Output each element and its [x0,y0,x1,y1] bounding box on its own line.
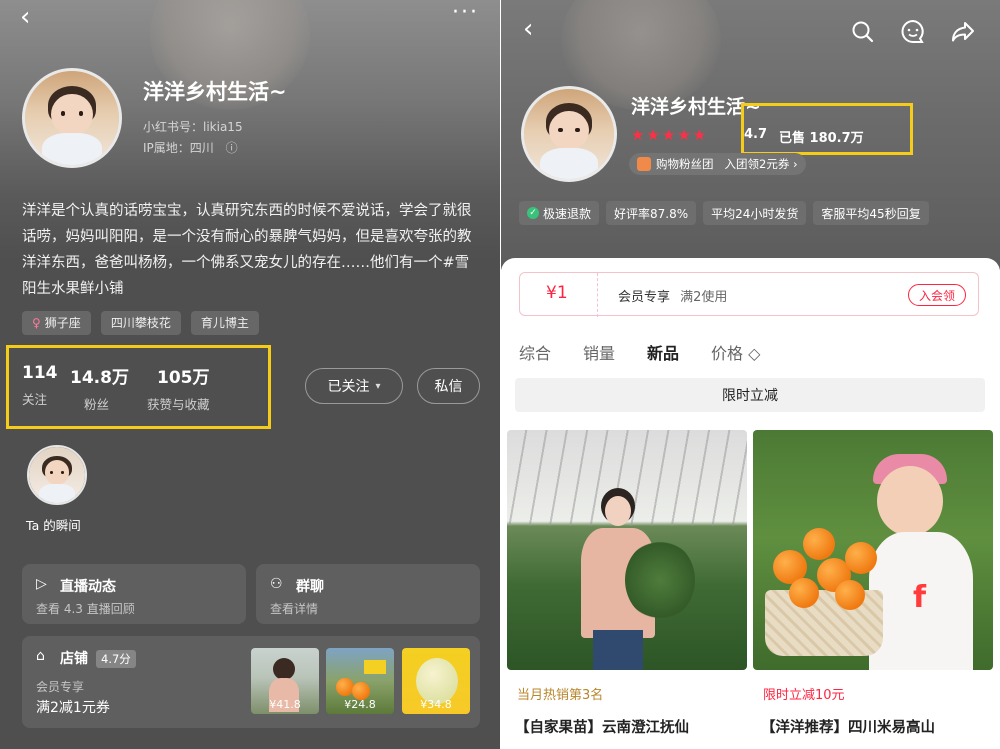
profile-tags: ♀ 狮子座 四川攀枝花 育儿博主 [22,311,259,335]
fan-group-pill[interactable]: 购物粉丝团 入团领2元券 › [629,153,806,175]
ip-location-text: IP属地：四川 [143,141,214,155]
service-label: 客服平均45秒回复 [821,206,921,221]
shop-rating-badge: 4.7分 [96,650,136,668]
product-image[interactable]: f [753,430,993,670]
join-member-button[interactable]: 入会领 [908,284,966,306]
tab-price[interactable]: 价格 ◇ [711,340,760,364]
limited-discount-label: 限时立减 [722,388,778,404]
back-icon[interactable]: ‹ [523,14,533,44]
followed-label: 已关注 [327,379,370,395]
member-coupon[interactable]: ¥1 会员专享 满2使用 入会领 [519,272,979,317]
service-badge: ✓ 极速退款 [519,201,600,225]
product-tag: 当月热销第3名 [517,688,604,703]
product-title: 【自家果苗】云南澄江抚仙 [515,720,689,736]
shop-product-thumbnail[interactable]: ¥34.8 [402,648,470,714]
username: 洋洋乡村生活~ [143,80,287,104]
search-icon[interactable] [849,18,877,46]
coupon-text: 会员专享 满2使用 [618,286,727,305]
product-title: 【洋洋推荐】四川米易高山 [761,720,935,736]
shop-card-title: 店铺 [60,651,88,667]
service-badge: 好评率87.8% [606,201,697,225]
tag-label: 育儿博主 [200,316,249,330]
stats-highlight-box [6,345,271,429]
profile-page-panel: ‹ ··· 洋洋乡村生活~ 小红书号：likia15 IP属地：四川 ⓘ 洋洋是… [0,0,500,749]
red-id: 小红书号：likia15 [143,120,243,134]
shop-icon: ⌂ [36,648,45,664]
product-tag: 限时立减10元 [763,688,845,703]
tag-label: 狮子座 [44,316,81,330]
sort-tabs: 综合 销量 新品 价格 ◇ [519,340,760,364]
customer-service-icon[interactable] [899,18,927,46]
info-icon[interactable]: ⓘ [226,141,238,155]
coupon-divider [597,273,598,317]
shop-product-price: ¥34.8 [420,698,452,711]
shop-coupon-label: 会员专享 [36,680,85,694]
live-card-title: 直播动态 [60,579,116,595]
coupon-amount: ¥1 [546,283,568,303]
followed-button[interactable]: 已关注 ▾ [305,368,403,404]
coupon-title: 会员专享 [618,290,671,305]
chevron-down-icon: ▾ [375,380,381,392]
moment-thumbnail[interactable] [27,445,87,505]
coupon-condition: 满2使用 [680,290,728,305]
service-badge: 客服平均45秒回复 [813,201,929,225]
shop-product-price: ¥24.8 [344,698,376,711]
shop-page-panel: ‹ 洋洋乡村生活~ ★★★★★ 4.7 已售 180.7万 购物粉丝团 入团领2… [501,0,1000,749]
product-image[interactable] [507,430,747,670]
moments-label: Ta 的瞬间 [26,518,81,533]
fan-group-icon [637,157,651,171]
rating-stars: ★★★★★ [631,126,709,144]
ip-location: IP属地：四川 ⓘ [143,139,238,156]
group-chat-title: 群聊 [296,579,324,595]
more-options-icon[interactable]: ··· [452,2,479,24]
tab-sales[interactable]: 销量 [583,340,615,364]
live-card[interactable]: ▷ 直播动态 查看 4.3 直播回顾 [22,564,246,624]
shop-product-thumbnail[interactable]: ¥24.8 [326,648,394,714]
sold-highlight-box [741,103,913,155]
shop-content-card: ¥1 会员专享 满2使用 入会领 综合 销量 新品 价格 ◇ 限时立减 当月热销… [501,258,1000,749]
limited-discount-banner[interactable]: 限时立减 [515,378,985,412]
service-badge: 平均24小时发货 [703,201,807,225]
service-label: 平均24小时发货 [711,206,799,221]
group-chat-card[interactable]: ⚇ 群聊 查看详情 [256,564,480,624]
service-label: 好评率87.8% [614,206,689,221]
tag-label: 四川攀枝花 [110,316,171,330]
female-icon: ♀ [32,316,41,330]
shop-coupon-detail: 满2减1元券 [36,700,110,716]
message-button[interactable]: 私信 [417,368,480,404]
profile-bio: 洋洋是个认真的话唠宝宝，认真研究东西的时候不爱说话，学会了就很话唠，妈妈叫阳阳，… [22,203,472,297]
live-icon: ▷ [36,576,47,592]
shop-product-price: ¥41.8 [269,698,301,711]
shop-product-thumbnail[interactable]: ¥41.8 [251,648,319,714]
shop-avatar[interactable] [521,86,617,182]
tab-new[interactable]: 新品 [647,340,679,364]
tag-zodiac: ♀ 狮子座 [22,311,91,335]
message-label: 私信 [434,379,463,395]
live-card-subtitle: 查看 4.3 直播回顾 [36,602,135,616]
fan-group-label: 购物粉丝团 [656,157,714,171]
tag-location: 四川攀枝花 [100,311,181,335]
group-chat-icon: ⚇ [270,576,283,592]
group-chat-subtitle: 查看详情 [270,602,319,616]
check-shield-icon: ✓ [527,207,539,219]
tag-category: 育儿博主 [190,311,259,335]
service-badges: ✓ 极速退款 好评率87.8% 平均24小时发货 客服平均45秒回复 [519,201,929,225]
back-icon[interactable]: ‹ [20,2,30,32]
service-label: 极速退款 [543,206,592,221]
share-icon[interactable] [949,18,977,46]
fan-group-action: 入团领2元券 › [724,157,798,171]
tab-comprehensive[interactable]: 综合 [519,340,551,364]
avatar[interactable] [22,68,122,168]
